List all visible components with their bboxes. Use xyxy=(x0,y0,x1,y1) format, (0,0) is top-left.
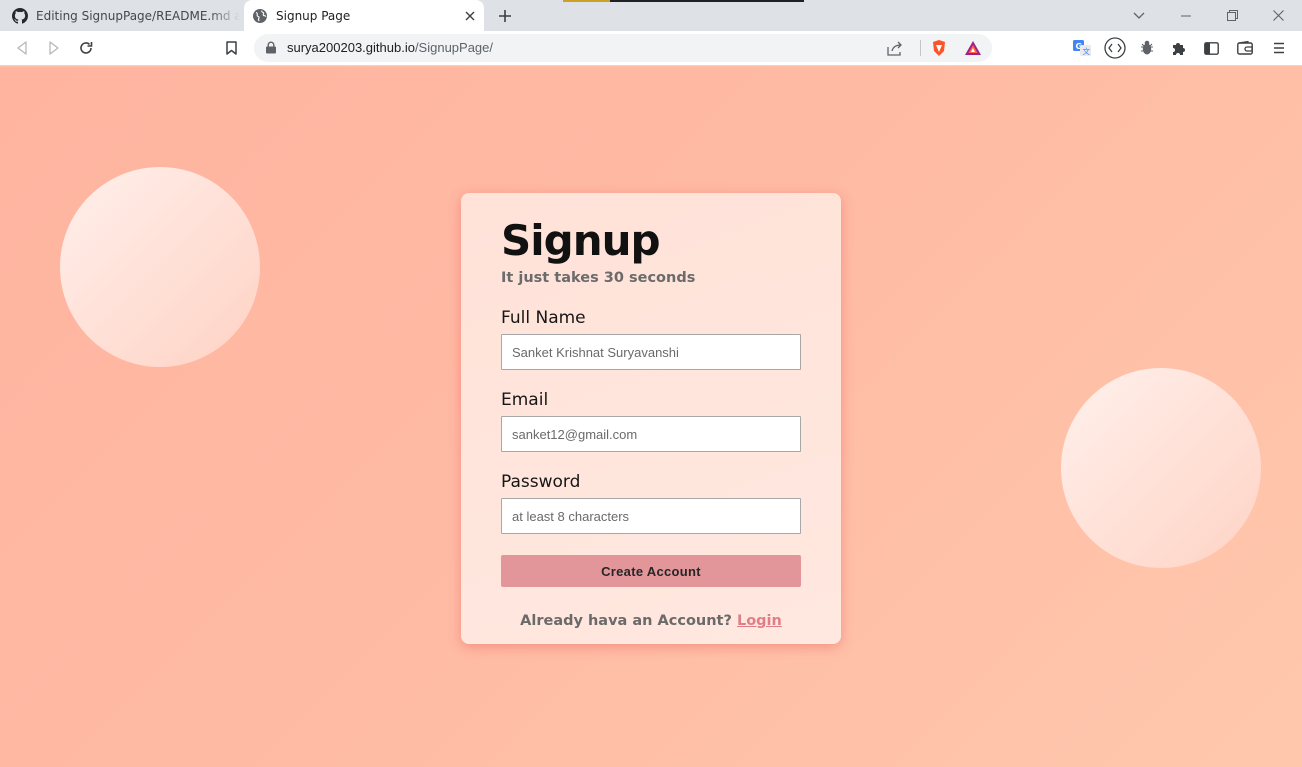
login-prompt-text: Already hava an Account? xyxy=(520,613,732,629)
bug-extension-button[interactable] xyxy=(1135,36,1159,60)
bookmark-button[interactable] xyxy=(219,36,243,60)
lock-icon xyxy=(266,41,276,54)
full-name-label: Full Name xyxy=(501,308,586,328)
login-prompt: Already hava an Account? Login xyxy=(501,613,801,629)
password-input[interactable] xyxy=(501,498,801,534)
plus-icon xyxy=(499,10,511,22)
tab-title: Signup Page xyxy=(276,8,351,23)
tab-readme[interactable]: Editing SignupPage/README.md at main xyxy=(0,0,240,31)
media-indicator xyxy=(563,0,804,2)
wallet-icon xyxy=(1237,41,1253,55)
decorative-circle xyxy=(60,167,260,367)
page-title: Signup xyxy=(501,216,661,265)
restore-button[interactable] xyxy=(1209,0,1255,31)
back-button[interactable] xyxy=(10,36,34,60)
menu-icon xyxy=(1274,42,1284,54)
reload-icon xyxy=(80,42,93,54)
sidebar-icon xyxy=(1203,41,1219,55)
page-subtitle: It just takes 30 seconds xyxy=(501,270,696,286)
globe-icon xyxy=(253,8,267,23)
tab-close-icon[interactable] xyxy=(462,8,478,24)
url-host: surya200203.github.io xyxy=(287,40,415,55)
email-input[interactable] xyxy=(501,416,801,452)
decorative-circle xyxy=(1061,368,1261,568)
github-icon xyxy=(12,7,28,24)
back-icon xyxy=(17,41,27,55)
menu-button[interactable] xyxy=(1267,36,1291,60)
tab-strip: Editing SignupPage/README.md at main Sig… xyxy=(0,0,1302,31)
brave-shields-icon[interactable] xyxy=(930,39,948,57)
url-path: /SignupPage/ xyxy=(414,40,494,55)
full-name-input[interactable] xyxy=(501,334,801,370)
brave-rewards-icon[interactable] xyxy=(964,39,982,57)
signup-card: Signup It just takes 30 seconds Full Nam… xyxy=(461,193,841,644)
forward-icon xyxy=(49,41,59,55)
create-account-button[interactable]: Create Account xyxy=(501,555,801,587)
new-tab-button[interactable] xyxy=(494,5,516,27)
restore-icon xyxy=(1226,10,1238,21)
sidebar-button[interactable] xyxy=(1199,36,1223,60)
tab-signup-page[interactable]: Signup Page xyxy=(244,0,484,31)
wallet-button[interactable] xyxy=(1233,36,1257,60)
share-icon[interactable] xyxy=(886,39,904,57)
extensions-button[interactable] xyxy=(1167,36,1191,60)
puzzle-icon xyxy=(1173,43,1185,55)
chevron-down-icon xyxy=(1133,12,1145,19)
forward-button[interactable] xyxy=(42,36,66,60)
translate-icon: G文 xyxy=(1073,40,1091,56)
close-window-button[interactable] xyxy=(1255,0,1301,31)
extension-button[interactable] xyxy=(1103,36,1127,60)
svg-text:文: 文 xyxy=(1083,46,1091,56)
page-viewport: Signup It just takes 30 seconds Full Nam… xyxy=(0,67,1302,767)
address-bar[interactable]: surya200203.github.io/SignupPage/ xyxy=(254,34,992,62)
login-link[interactable]: Login xyxy=(737,613,782,629)
minimize-icon xyxy=(1181,15,1191,16)
password-label: Password xyxy=(501,472,581,492)
bookmark-icon xyxy=(225,41,237,55)
minimize-button[interactable] xyxy=(1163,0,1209,31)
tab-search-button[interactable] xyxy=(1116,0,1162,31)
email-label: Email xyxy=(501,390,549,410)
bug-icon xyxy=(1141,40,1153,55)
code-brackets-icon xyxy=(1104,37,1126,59)
divider xyxy=(920,40,921,56)
reload-button[interactable] xyxy=(74,36,98,60)
translate-button[interactable]: G文 xyxy=(1070,36,1094,60)
url-text: surya200203.github.io/SignupPage/ xyxy=(287,40,493,55)
browser-toolbar: surya200203.github.io/SignupPage/ G文 xyxy=(0,31,1302,66)
close-icon xyxy=(1272,10,1284,21)
tab-title: Editing SignupPage/README.md at main xyxy=(36,8,240,23)
